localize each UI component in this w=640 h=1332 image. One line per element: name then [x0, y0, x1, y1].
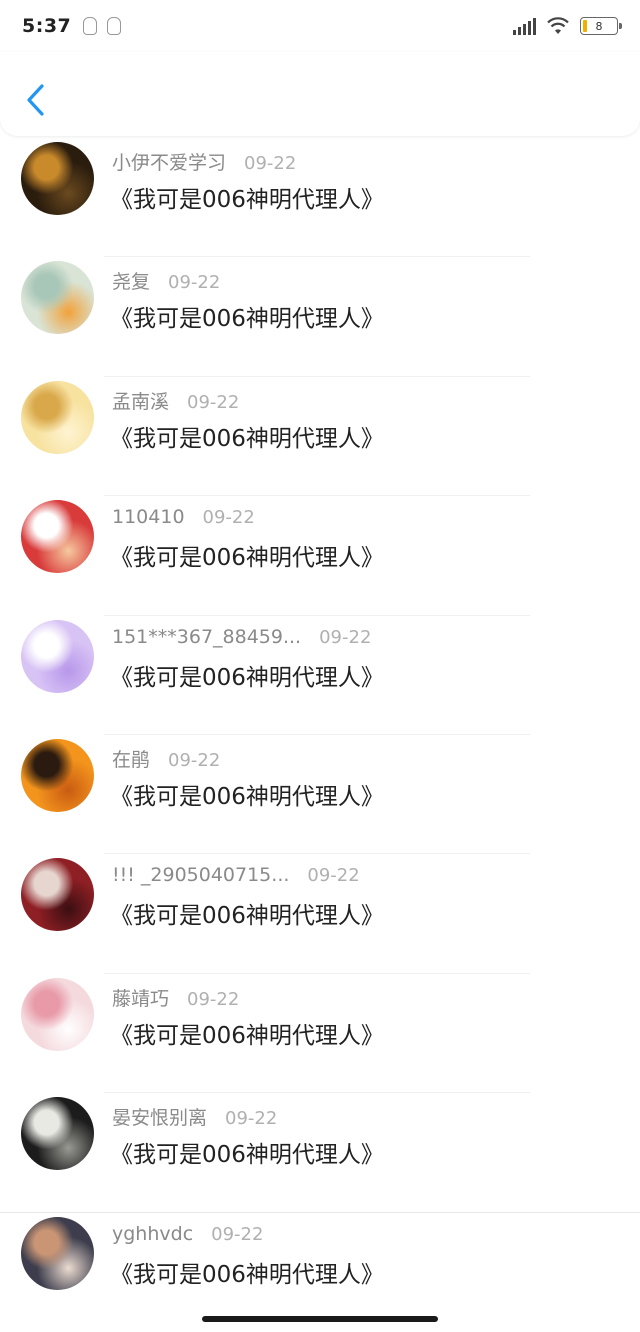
username[interactable]: 孟南溪 [112, 387, 169, 414]
comment-row[interactable]: 尧复 09-22 《我可是006神明代理人》 [0, 257, 640, 377]
header-bar [0, 52, 640, 136]
comment-row[interactable]: 孟南溪 09-22 《我可是006神明代理人》 [0, 377, 640, 497]
comment-meta: 藤靖巧 09-22 [112, 984, 239, 1011]
comment-date: 09-22 [244, 153, 297, 174]
comment-row[interactable]: 小伊不爱学习 09-22 《我可是006神明代理人》 [0, 138, 640, 258]
battery-level: 8 [595, 19, 603, 33]
comment-text: 《我可是006神明代理人》 [110, 425, 384, 452]
comment-text: 《我可是006神明代理人》 [110, 187, 384, 213]
wifi-icon [546, 17, 570, 35]
username[interactable]: 晏安恨别离 [112, 1103, 207, 1130]
comment-meta: 晏安恨别离 09-22 [112, 1103, 277, 1130]
user-avatar[interactable] [21, 619, 94, 693]
comment-date: 09-22 [168, 272, 221, 294]
comment-date: 09-22 [187, 391, 240, 413]
comment-row[interactable]: 晏安恨别离 09-22 《我可是006神明代理人》 [0, 1093, 640, 1213]
username[interactable]: 藤靖巧 [112, 984, 169, 1011]
home-indicator[interactable] [202, 1316, 438, 1322]
comment-meta: 尧复 09-22 [112, 267, 220, 294]
username[interactable]: 110410 [112, 506, 185, 528]
comment-meta: 在鹃 09-22 [112, 745, 220, 772]
user-avatar[interactable] [21, 142, 94, 215]
user-avatar[interactable] [21, 858, 94, 932]
comment-date: 09-22 [211, 1223, 264, 1245]
notification-icon [83, 17, 98, 35]
username[interactable]: 尧复 [112, 267, 150, 294]
comment-date: 09-22 [168, 749, 221, 771]
user-avatar[interactable] [21, 977, 94, 1051]
comment-row[interactable]: yghhvdc 09-22 《我可是006神明代理人》 [0, 1213, 640, 1308]
username[interactable]: yghhvdc [112, 1223, 193, 1245]
user-avatar[interactable] [21, 380, 94, 454]
comment-date: 09-22 [187, 988, 240, 1010]
comment-date: 09-22 [307, 865, 360, 887]
status-bar: 5:37 8 [0, 0, 640, 52]
comment-text: 《我可是006神明代理人》 [110, 1261, 384, 1288]
user-avatar[interactable] [21, 261, 94, 335]
comment-meta: yghhvdc 09-22 [112, 1223, 263, 1245]
comment-meta: 110410 09-22 [112, 506, 255, 528]
user-avatar[interactable] [21, 500, 94, 574]
comment-row[interactable]: 151***367_88459... 09-22 《我可是006神明代理人》 [0, 616, 640, 735]
chevron-left-icon [27, 84, 44, 116]
shield-icon [107, 17, 122, 35]
comment-row[interactable]: 110410 09-22 《我可是006神明代理人》 [0, 496, 640, 616]
comment-meta: !!! _2905040715... 09-22 [112, 864, 360, 886]
comment-meta: 孟南溪 09-22 [112, 387, 239, 414]
comment-date: 09-22 [319, 626, 372, 648]
comment-row[interactable]: 藤靖巧 09-22 《我可是006神明代理人》 [0, 974, 640, 1094]
comment-row[interactable]: 在鹃 09-22 《我可是006神明代理人》 [0, 735, 640, 855]
comment-text: 《我可是006神明代理人》 [110, 903, 384, 930]
comment-list: 小伊不爱学习 09-22 《我可是006神明代理人》 尧复 09-22 《我可是006神明… [0, 138, 640, 1308]
comment-text: 《我可是006神明代理人》 [110, 1142, 384, 1169]
comment-text: 《我可是006神明代理人》 [110, 1022, 384, 1049]
username[interactable]: 小伊不爱学习 [112, 148, 226, 175]
battery-icon: 8 [580, 17, 622, 35]
comment-text: 《我可是006神明代理人》 [110, 545, 384, 572]
username[interactable]: !!! _2905040715... [112, 864, 289, 886]
comment-date: 09-22 [202, 507, 255, 529]
username[interactable]: 在鹃 [112, 745, 150, 772]
status-time: 5:37 [22, 15, 72, 37]
back-button[interactable] [18, 80, 52, 120]
signal-icon [513, 17, 536, 35]
user-avatar[interactable] [21, 738, 94, 812]
comment-text: 《我可是006神明代理人》 [110, 783, 384, 810]
comment-date: 09-22 [225, 1108, 278, 1130]
comment-meta: 小伊不爱学习 09-22 [112, 148, 296, 175]
comment-text: 《我可是006神明代理人》 [110, 306, 384, 333]
user-avatar[interactable] [21, 1097, 94, 1171]
comment-meta: 151***367_88459... 09-22 [112, 626, 371, 648]
comment-row[interactable]: !!! _2905040715... 09-22 《我可是006神明代理人》 [0, 854, 640, 974]
username[interactable]: 151***367_88459... [112, 626, 301, 648]
user-avatar[interactable] [21, 1216, 94, 1290]
notification-icons [83, 17, 122, 35]
comment-text: 《我可是006神明代理人》 [110, 664, 384, 691]
